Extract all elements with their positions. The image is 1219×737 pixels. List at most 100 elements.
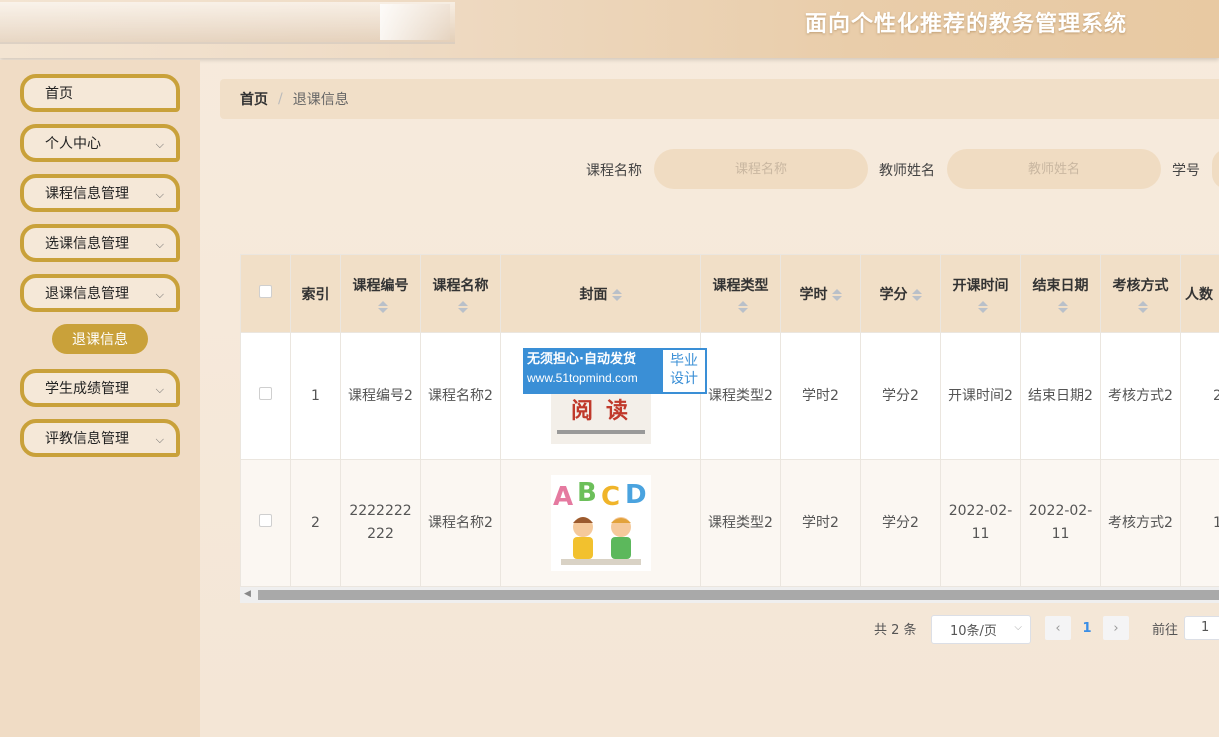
cell-course-name: 课程名称2 [420,332,501,460]
next-page-button[interactable]: › [1103,616,1129,640]
sidebar-item-course-info[interactable]: 课程信息管理 ⌵ [20,174,180,212]
sort-icon[interactable] [831,288,842,301]
sidebar-item-label: 评教信息管理 [45,431,129,447]
breadcrumb-current: 退课信息 [292,92,349,108]
header-cover[interactable]: 封面 [500,254,701,333]
top-header: 面向个性化推荐的教务管理系统 [0,0,1219,58]
sort-icon[interactable] [1057,300,1068,313]
sidebar-item-home[interactable]: 首页 [20,74,180,112]
app-title: 面向个性化推荐的教务管理系统 [804,12,1127,37]
student-id-input[interactable] [1212,149,1219,189]
header-people[interactable]: 人数 [1180,254,1219,333]
sidebar-subitem-withdrawal-info[interactable]: 退课信息 [52,324,148,354]
sidebar-item-personal-center[interactable]: 个人中心 ⌵ [20,124,180,162]
cell-credits: 学分2 [860,459,941,587]
header-end-date[interactable]: 结束日期 [1020,254,1101,333]
header-select-all[interactable] [240,254,291,333]
cell-course-type: 课程类型2 [700,459,781,587]
cell-course-code: 2222222222 [340,459,421,587]
breadcrumb-home[interactable]: 首页 [240,89,268,109]
course-name-input[interactable] [654,149,868,189]
page-size-select[interactable]: 10条/页 ⌵ [931,615,1031,644]
prev-page-button[interactable]: ‹ [1045,616,1071,640]
cell-start-time: 2022-02-11 [940,459,1021,587]
header-start-time[interactable]: 开课时间 [940,254,1021,333]
cell-cover: A B C D [500,459,701,587]
sidebar-item-teaching-evaluation[interactable]: 评教信息管理 ⌵ [20,419,180,457]
cell-course-name: 课程名称2 [420,459,501,587]
cell-hours: 学时2 [780,459,861,587]
chevron-down-icon: ⌵ [155,138,164,151]
table-row: 1 课程编号2 课程名称2 阅 读 无须担心·自动发货 www.51topmin… [240,332,1219,460]
sidebar-item-course-withdrawal[interactable]: 退课信息管理 ⌵ [20,274,180,312]
svg-text:D: D [625,480,647,510]
sort-icon[interactable] [737,300,748,313]
svg-text:阅: 阅 [571,399,593,424]
breadcrumb: 首页 / 退课信息 [220,79,1219,119]
header-course-name[interactable]: 课程名称 [420,254,501,333]
course-name-label: 课程名称 [586,163,642,179]
sort-icon[interactable] [457,300,468,313]
sort-icon[interactable] [977,300,988,313]
header-exam-method[interactable]: 考核方式 [1100,254,1181,333]
header-credits[interactable]: 学分 [860,254,941,333]
watermark-banner: 无须担心·自动发货 www.51topmind.com 毕业 设计 [523,348,707,394]
svg-text:A: A [553,482,573,512]
sidebar-item-label: 退课信息管理 [45,286,129,302]
course-cover-image: A B C D [550,475,651,571]
chevron-right-icon: › [1113,620,1119,636]
sort-icon[interactable] [377,300,388,313]
scrollbar-thumb[interactable] [258,590,1219,600]
sidebar-item-label: 个人中心 [45,136,101,152]
row-select[interactable] [240,332,291,460]
page-number-button[interactable]: 1 [1074,616,1100,640]
svg-text:C: C [601,482,620,512]
row-checkbox[interactable] [259,513,272,527]
sort-icon[interactable] [911,288,922,301]
svg-text:读: 读 [606,399,628,424]
cell-cover: 阅 读 无须担心·自动发货 www.51topmind.com 毕业 设计 [500,332,707,460]
row-checkbox[interactable] [259,386,272,400]
cell-end-date: 结束日期2 [1020,332,1101,460]
sidebar-item-label: 选课信息管理 [45,236,129,252]
current-page-number: 1 [1082,620,1092,636]
header-hours[interactable]: 学时 [780,254,861,333]
sidebar-item-student-grades[interactable]: 学生成绩管理 ⌵ [20,369,180,407]
chevron-down-icon: ⌵ [155,288,164,301]
sort-icon[interactable] [611,288,622,301]
table-header-row: 索引 课程编号 课程名称 封面 课程类型 学时 学分 开课时间 结束日期 考核方… [240,254,1219,333]
goto-label: 前往 [1152,623,1179,638]
teacher-name-input[interactable] [947,149,1161,189]
cell-hours: 学时2 [780,332,861,460]
sidebar-subitem-label: 退课信息 [72,332,128,348]
pagination-total: 共 2 条 [874,623,917,638]
select-all-checkbox[interactable] [259,285,272,298]
svg-text:B: B [577,478,597,508]
chevron-down-icon: ⌵ [155,188,164,201]
cell-index: 2 [290,459,341,587]
goto-page-input[interactable]: 1 [1184,616,1219,640]
header-course-code[interactable]: 课程编号 [340,254,421,333]
cell-end-date: 2022-02-11 [1020,459,1101,587]
cell-course-type: 课程类型2 [700,332,781,460]
cell-people: 1 [1180,459,1219,587]
table-row: 2 2222222222 课程名称2 A B C D 课程类型2 学时2 学分2… [240,459,1219,587]
sort-icon[interactable] [1137,300,1148,313]
cell-credits: 学分2 [860,332,941,460]
table-horizontal-scrollbar[interactable]: ◀ [240,587,1219,603]
chevron-down-icon: ⌵ [1014,622,1022,633]
cell-index: 1 [290,332,341,460]
sidebar-item-course-selection[interactable]: 选课信息管理 ⌵ [20,224,180,262]
sidebar-item-label: 首页 [45,86,73,102]
cell-exam-method: 考核方式2 [1100,459,1181,587]
header-course-type[interactable]: 课程类型 [700,254,781,333]
breadcrumb-separator: / [278,91,283,107]
teacher-name-label: 教师姓名 [879,163,935,179]
cell-course-code: 课程编号2 [340,332,421,460]
chevron-down-icon: ⌵ [155,238,164,251]
student-id-label: 学号 [1172,163,1200,179]
goto-page-value: 1 [1201,620,1210,635]
scroll-left-icon[interactable]: ◀ [244,589,251,599]
sidebar-item-label: 学生成绩管理 [45,381,129,397]
row-select[interactable] [240,459,291,587]
